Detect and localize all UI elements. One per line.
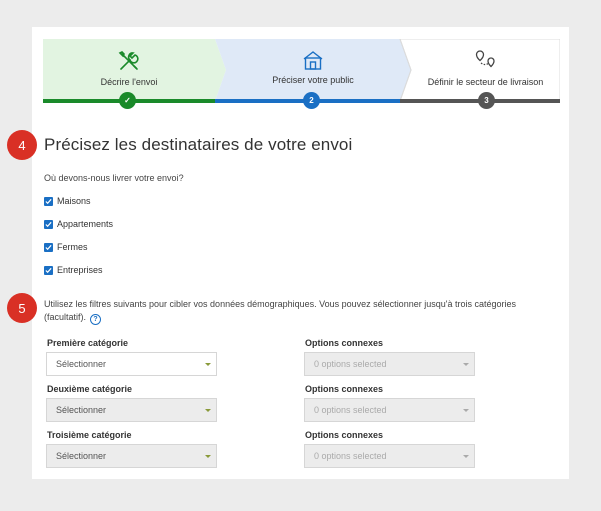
select-value: Sélectionner — [56, 359, 107, 369]
step-2-marker[interactable]: 2 — [303, 92, 320, 109]
house-icon — [303, 51, 323, 70]
checkbox-checked-icon[interactable] — [44, 219, 53, 229]
third-category-label: Troisième catégorie — [47, 430, 132, 440]
chevron-down-icon — [463, 363, 469, 366]
third-options-label: Options connexes — [305, 430, 384, 440]
checkbox-checked-icon[interactable] — [44, 265, 53, 275]
second-category-label: Deuxième catégorie — [47, 384, 133, 394]
second-options-label: Options connexes — [305, 384, 384, 394]
select-value: 0 options selected — [314, 359, 387, 369]
step-3-label[interactable]: Définir le secteur de livraison — [411, 77, 560, 87]
checkbox-maisons[interactable]: Maisons — [44, 196, 91, 206]
first-options-label: Options connexes — [305, 338, 384, 348]
checkbox-checked-icon[interactable] — [44, 242, 53, 252]
select-value: Sélectionner — [56, 451, 107, 461]
checkbox-label: Entreprises — [57, 265, 103, 275]
step-1-marker[interactable]: ✓ — [119, 92, 136, 109]
filters-description: Utilisez les filtres suivants pour cible… — [44, 298, 544, 325]
second-category-select[interactable]: Sélectionner — [46, 398, 217, 422]
first-category-select[interactable]: Sélectionner — [46, 352, 217, 376]
checkbox-fermes[interactable]: Fermes — [44, 242, 88, 252]
first-category-label: Première catégorie — [47, 338, 129, 348]
checkbox-checked-icon[interactable] — [44, 196, 53, 206]
third-category-select[interactable]: Sélectionner — [46, 444, 217, 468]
checkbox-label: Appartements — [57, 219, 114, 229]
filters-description-text: Utilisez les filtres suivants pour cible… — [44, 299, 516, 322]
chevron-down-icon — [205, 455, 211, 458]
delivery-question: Où devons-nous livrer votre envoi? — [44, 173, 184, 183]
select-value: 0 options selected — [314, 451, 387, 461]
third-options-select[interactable]: 0 options selected — [304, 444, 475, 468]
annotation-badge-4: 4 — [7, 130, 37, 160]
step-2-label[interactable]: Préciser votre public — [226, 75, 400, 85]
chevron-down-icon — [205, 363, 211, 366]
second-options-select[interactable]: 0 options selected — [304, 398, 475, 422]
select-value: Sélectionner — [56, 405, 107, 415]
chevron-down-icon — [463, 409, 469, 412]
chevron-down-icon — [463, 455, 469, 458]
step-3-border — [399, 39, 560, 101]
checkbox-appartements[interactable]: Appartements — [44, 219, 113, 229]
tools-icon — [118, 51, 139, 70]
annotation-badge-5: 5 — [7, 293, 37, 323]
select-value: 0 options selected — [314, 405, 387, 415]
checkbox-entreprises[interactable]: Entreprises — [44, 265, 103, 275]
page-title: Précisez les destinataires de votre envo… — [44, 135, 353, 154]
checkbox-label: Fermes — [57, 242, 88, 252]
first-options-select[interactable]: 0 options selected — [304, 352, 475, 376]
chevron-down-icon — [205, 409, 211, 412]
step-3-marker[interactable]: 3 — [478, 92, 495, 109]
help-icon[interactable]: ? — [90, 314, 102, 325]
checkbox-label: Maisons — [57, 196, 91, 206]
route-pins-icon — [475, 50, 495, 68]
step-1-label[interactable]: Décrire l'envoi — [43, 77, 215, 87]
